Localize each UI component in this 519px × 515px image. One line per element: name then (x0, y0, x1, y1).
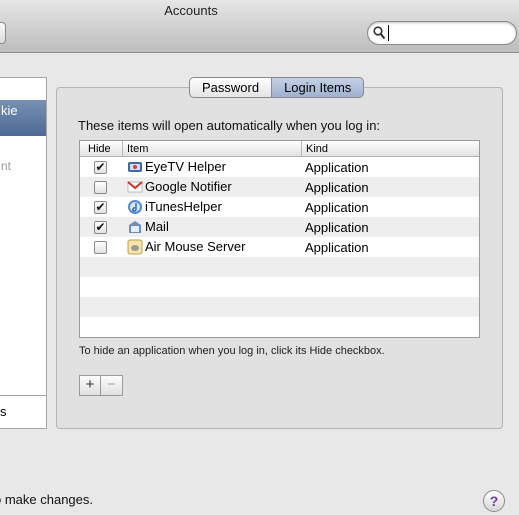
hide-checkbox[interactable]: ✔ (94, 201, 107, 214)
item-name: Mail (145, 219, 169, 234)
tab-login-items[interactable]: Login Items (272, 77, 365, 98)
table-row[interactable]: ✔ Mail Application (80, 217, 479, 237)
item-kind: Application (305, 180, 369, 195)
air-mouse-icon (127, 239, 143, 255)
empty-table-row (80, 277, 479, 297)
table-header: Hide Item Kind (80, 141, 479, 157)
lock-message: o make changes. (0, 492, 94, 507)
login-items-intro: These items will open automatically when… (78, 118, 381, 133)
table-body: ✔ EyeTV Helper Application Google Notifier A… (80, 157, 479, 337)
column-divider (301, 141, 302, 157)
add-remove-controls: + − (79, 375, 123, 396)
tab-bar: Password Login Items (189, 77, 365, 98)
search-field[interactable] (367, 21, 517, 45)
gmail-icon (127, 179, 143, 195)
hide-checkbox[interactable] (94, 181, 107, 194)
login-items-table: Hide Item Kind ✔ EyeTV Helper Application G… (79, 140, 480, 338)
column-header-hide[interactable]: Hide (88, 142, 111, 156)
table-row[interactable]: Google Notifier Application (80, 177, 479, 197)
item-name: EyeTV Helper (145, 159, 226, 174)
table-row[interactable]: ✔ EyeTV Helper Application (80, 157, 479, 177)
item-kind: Application (305, 200, 369, 215)
search-input[interactable] (388, 25, 508, 41)
help-button[interactable]: ? (483, 490, 505, 512)
sidebar-item-subtitle: nt (1, 159, 12, 173)
item-name: Google Notifier (145, 179, 232, 194)
hide-checkbox[interactable] (94, 241, 107, 254)
accounts-sidebar: kie nt s (0, 77, 47, 429)
window-title: Accounts (164, 3, 218, 18)
hide-instructions: To hide an application when you log in, … (79, 345, 385, 357)
sidebar-login-options[interactable]: s (0, 395, 46, 428)
remove-item-button[interactable]: − (101, 375, 123, 396)
mail-icon (127, 219, 143, 235)
itunes-icon (127, 199, 143, 215)
table-row[interactable]: Air Mouse Server Application (80, 237, 479, 257)
window-toolbar: Accounts (0, 0, 519, 53)
item-kind: Application (305, 240, 369, 255)
table-row[interactable]: ✔ iTunesHelper Application (80, 197, 479, 217)
item-kind: Application (305, 160, 369, 175)
empty-table-row (80, 297, 479, 317)
column-header-kind[interactable]: Kind (306, 142, 328, 156)
sidebar-item-selected[interactable]: kie (0, 100, 46, 136)
column-header-item[interactable]: Item (127, 142, 148, 156)
show-all-button[interactable] (0, 22, 6, 44)
add-item-button[interactable]: + (79, 375, 101, 396)
eyetv-icon (127, 159, 143, 175)
empty-table-row (80, 257, 479, 277)
column-divider (122, 141, 123, 157)
hide-checkbox[interactable]: ✔ (94, 161, 107, 174)
tab-password[interactable]: Password (189, 77, 273, 98)
item-name: Air Mouse Server (145, 239, 246, 254)
hide-checkbox[interactable]: ✔ (94, 221, 107, 234)
empty-table-row (80, 317, 479, 337)
item-kind: Application (305, 220, 369, 235)
search-icon (373, 26, 386, 40)
item-name: iTunesHelper (145, 199, 222, 214)
